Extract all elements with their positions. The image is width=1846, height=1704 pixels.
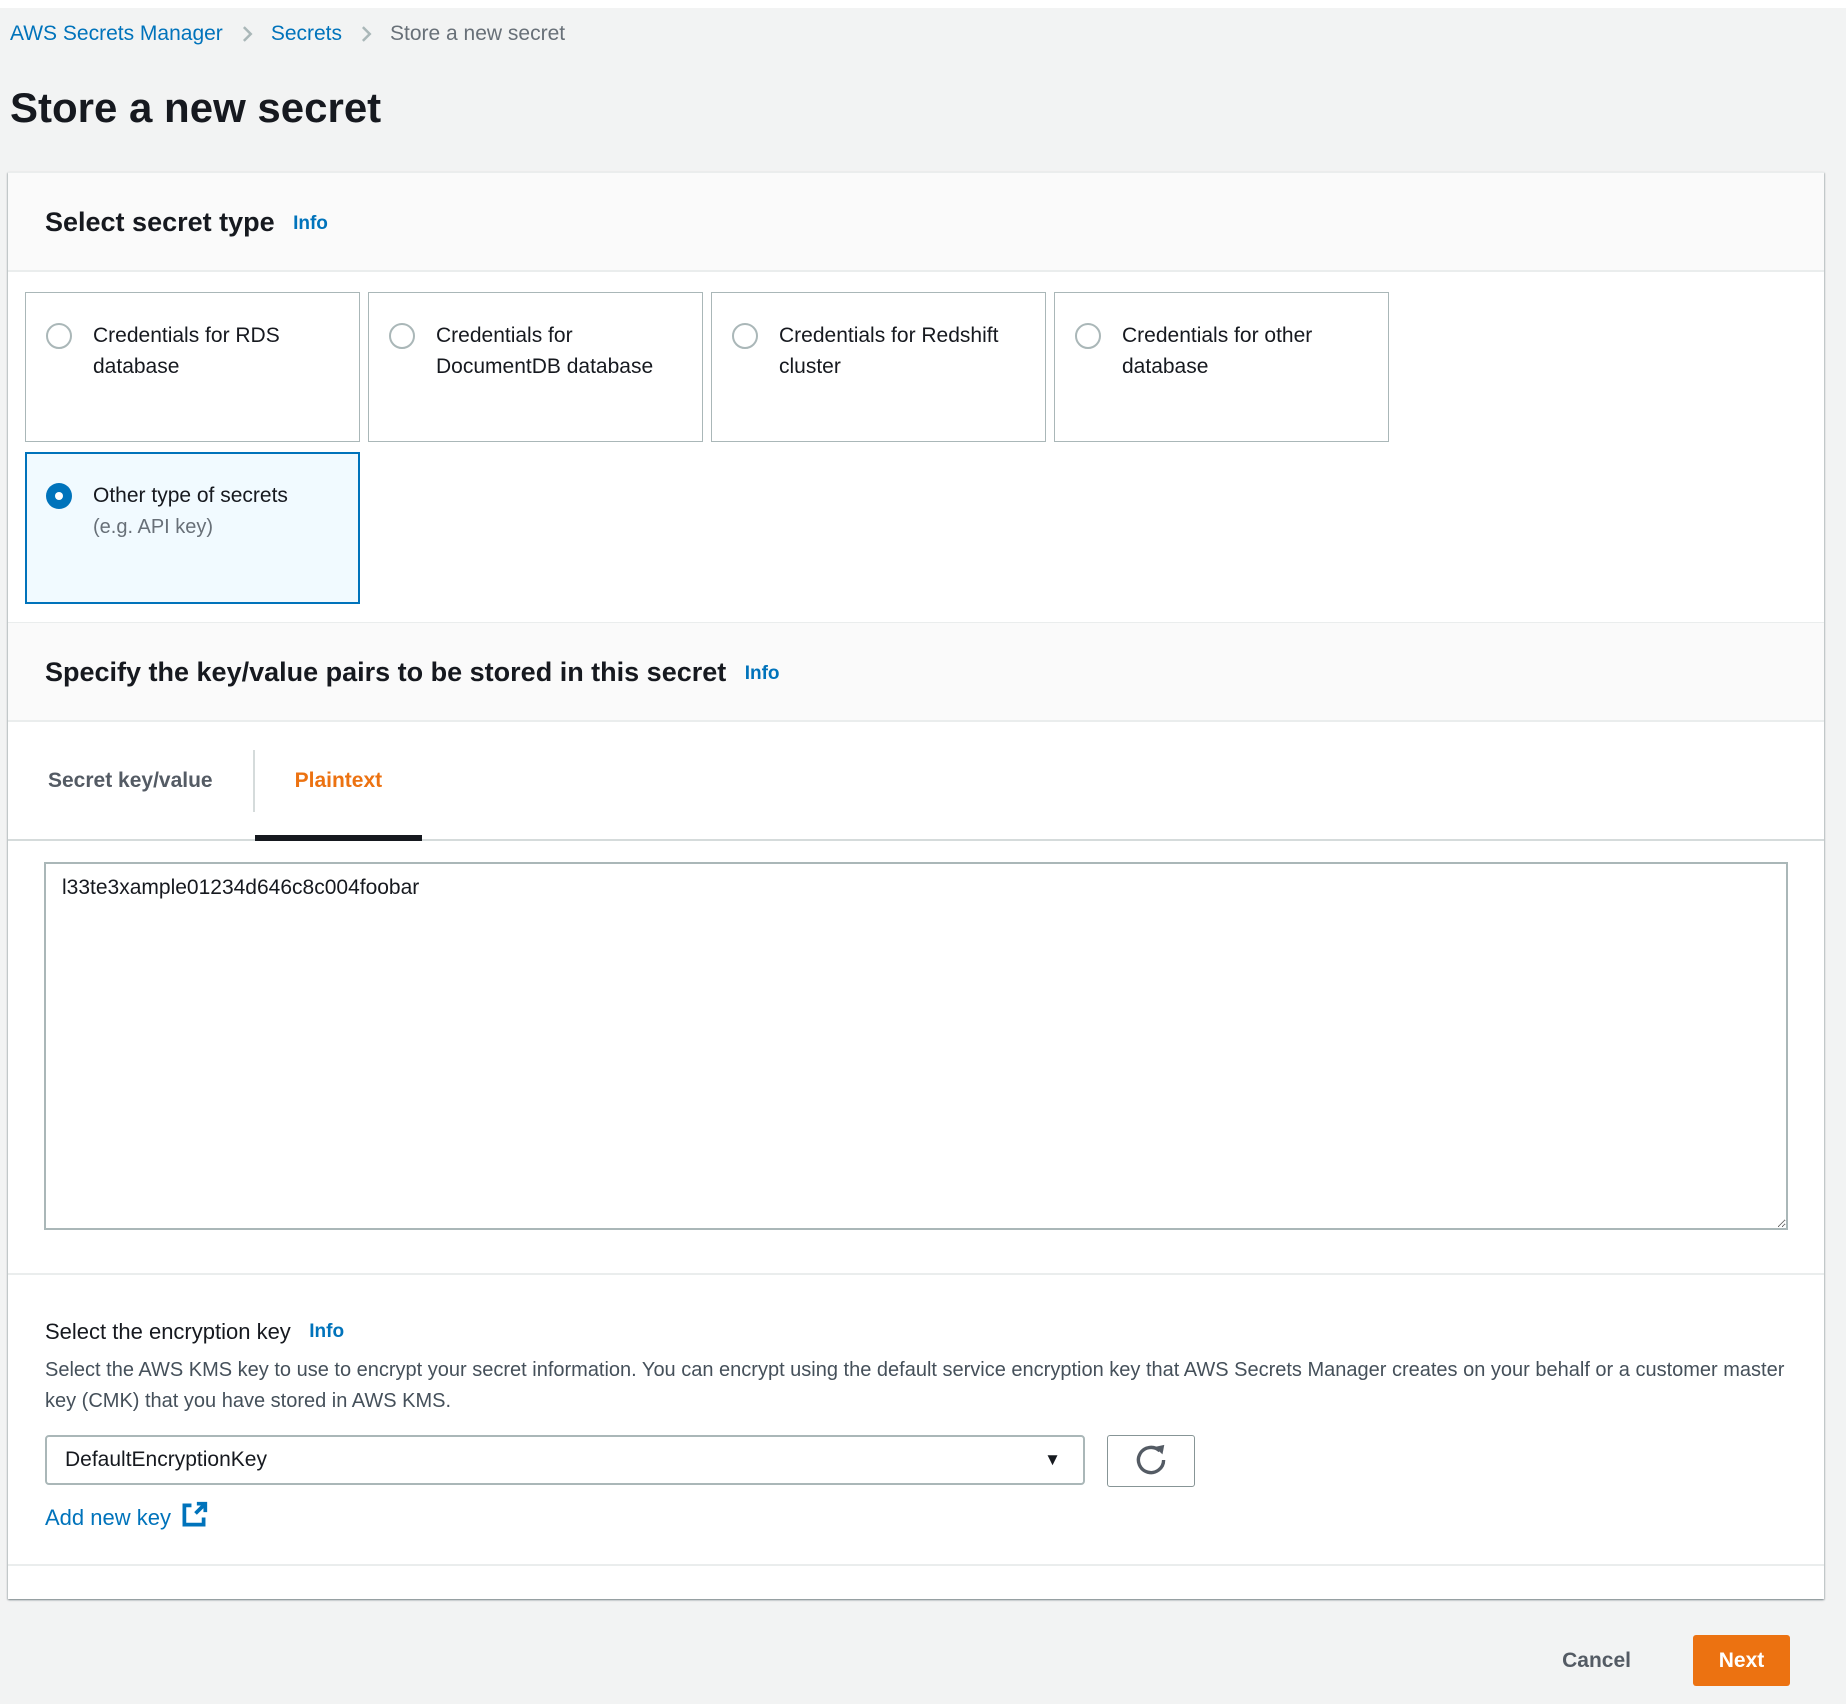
option-documentdb-database[interactable]: Credentials for DocumentDB database [368,292,703,442]
external-link-icon [181,1501,208,1534]
encryption-key-select[interactable]: DefaultEncryptionKey ▼ [45,1435,1085,1485]
select-secret-type-heading: Select secret type [45,207,275,237]
cancel-button[interactable]: Cancel [1542,1637,1651,1685]
option-sublabel: (e.g. API key) [93,516,213,538]
breadcrumb-link-secrets[interactable]: Secrets [271,22,342,46]
add-new-key-link[interactable]: Add new key [45,1501,208,1534]
tab-secret-key-value[interactable]: Secret key/value [8,722,253,839]
encryption-info-link[interactable]: Info [309,1321,344,1342]
option-label: Credentials for DocumentDB database [436,320,682,382]
option-label: Credentials for other database [1122,320,1368,382]
top-strip [0,0,1846,8]
option-other-type-of-secrets[interactable]: Other type of secrets (e.g. API key) [25,452,360,604]
radio-unchecked-icon[interactable] [1075,323,1101,349]
key-value-info-link[interactable]: Info [745,663,780,684]
add-new-key-label: Add new key [45,1505,171,1531]
option-redshift-cluster[interactable]: Credentials for Redshift cluster [711,292,1046,442]
option-other-database[interactable]: Credentials for other database [1054,292,1389,442]
encryption-key-selected-value: DefaultEncryptionKey [65,1448,267,1472]
option-label: Other type of secrets [93,484,288,507]
key-value-header: Specify the key/value pairs to be stored… [8,622,1824,722]
option-rds-database[interactable]: Credentials for RDS database [25,292,360,442]
chevron-right-icon [356,24,376,44]
radio-unchecked-icon[interactable] [46,323,72,349]
key-value-heading: Specify the key/value pairs to be stored… [45,657,726,687]
secret-type-options: Credentials for RDS database Credentials… [8,272,1824,622]
store-secret-card: Select secret type Info Credentials for … [8,172,1824,1599]
wizard-footer: Cancel Next [0,1599,1846,1686]
radio-checked-icon[interactable] [46,483,72,509]
chevron-right-icon [237,24,257,44]
breadcrumb-current: Store a new secret [390,22,565,46]
refresh-keys-button[interactable] [1107,1435,1195,1487]
radio-unchecked-icon[interactable] [389,323,415,349]
breadcrumb-link-secrets-manager[interactable]: AWS Secrets Manager [10,22,223,46]
encryption-key-heading: Select the encryption key [45,1319,291,1344]
card-bottom-divider [8,1564,1824,1599]
option-label: Credentials for RDS database [93,320,339,382]
plaintext-secret-textarea[interactable]: l33te3xample01234d646c8c004foobar [44,862,1788,1230]
tab-plaintext[interactable]: Plaintext [255,722,423,839]
refresh-icon [1133,1442,1169,1481]
chevron-down-icon: ▼ [1044,1450,1061,1470]
key-value-tabs: Secret key/value Plaintext [8,722,1824,841]
secret-type-info-link[interactable]: Info [293,213,328,234]
next-button[interactable]: Next [1693,1635,1790,1686]
option-label: Credentials for Redshift cluster [779,320,1025,382]
breadcrumb: AWS Secrets Manager Secrets Store a new … [0,8,1846,46]
radio-unchecked-icon[interactable] [732,323,758,349]
select-secret-type-header: Select secret type Info [8,173,1824,272]
encryption-key-section: Select the encryption key Info Select th… [8,1275,1824,1534]
encryption-key-description: Select the AWS KMS key to use to encrypt… [45,1355,1788,1417]
page-title: Store a new secret [0,46,1846,132]
